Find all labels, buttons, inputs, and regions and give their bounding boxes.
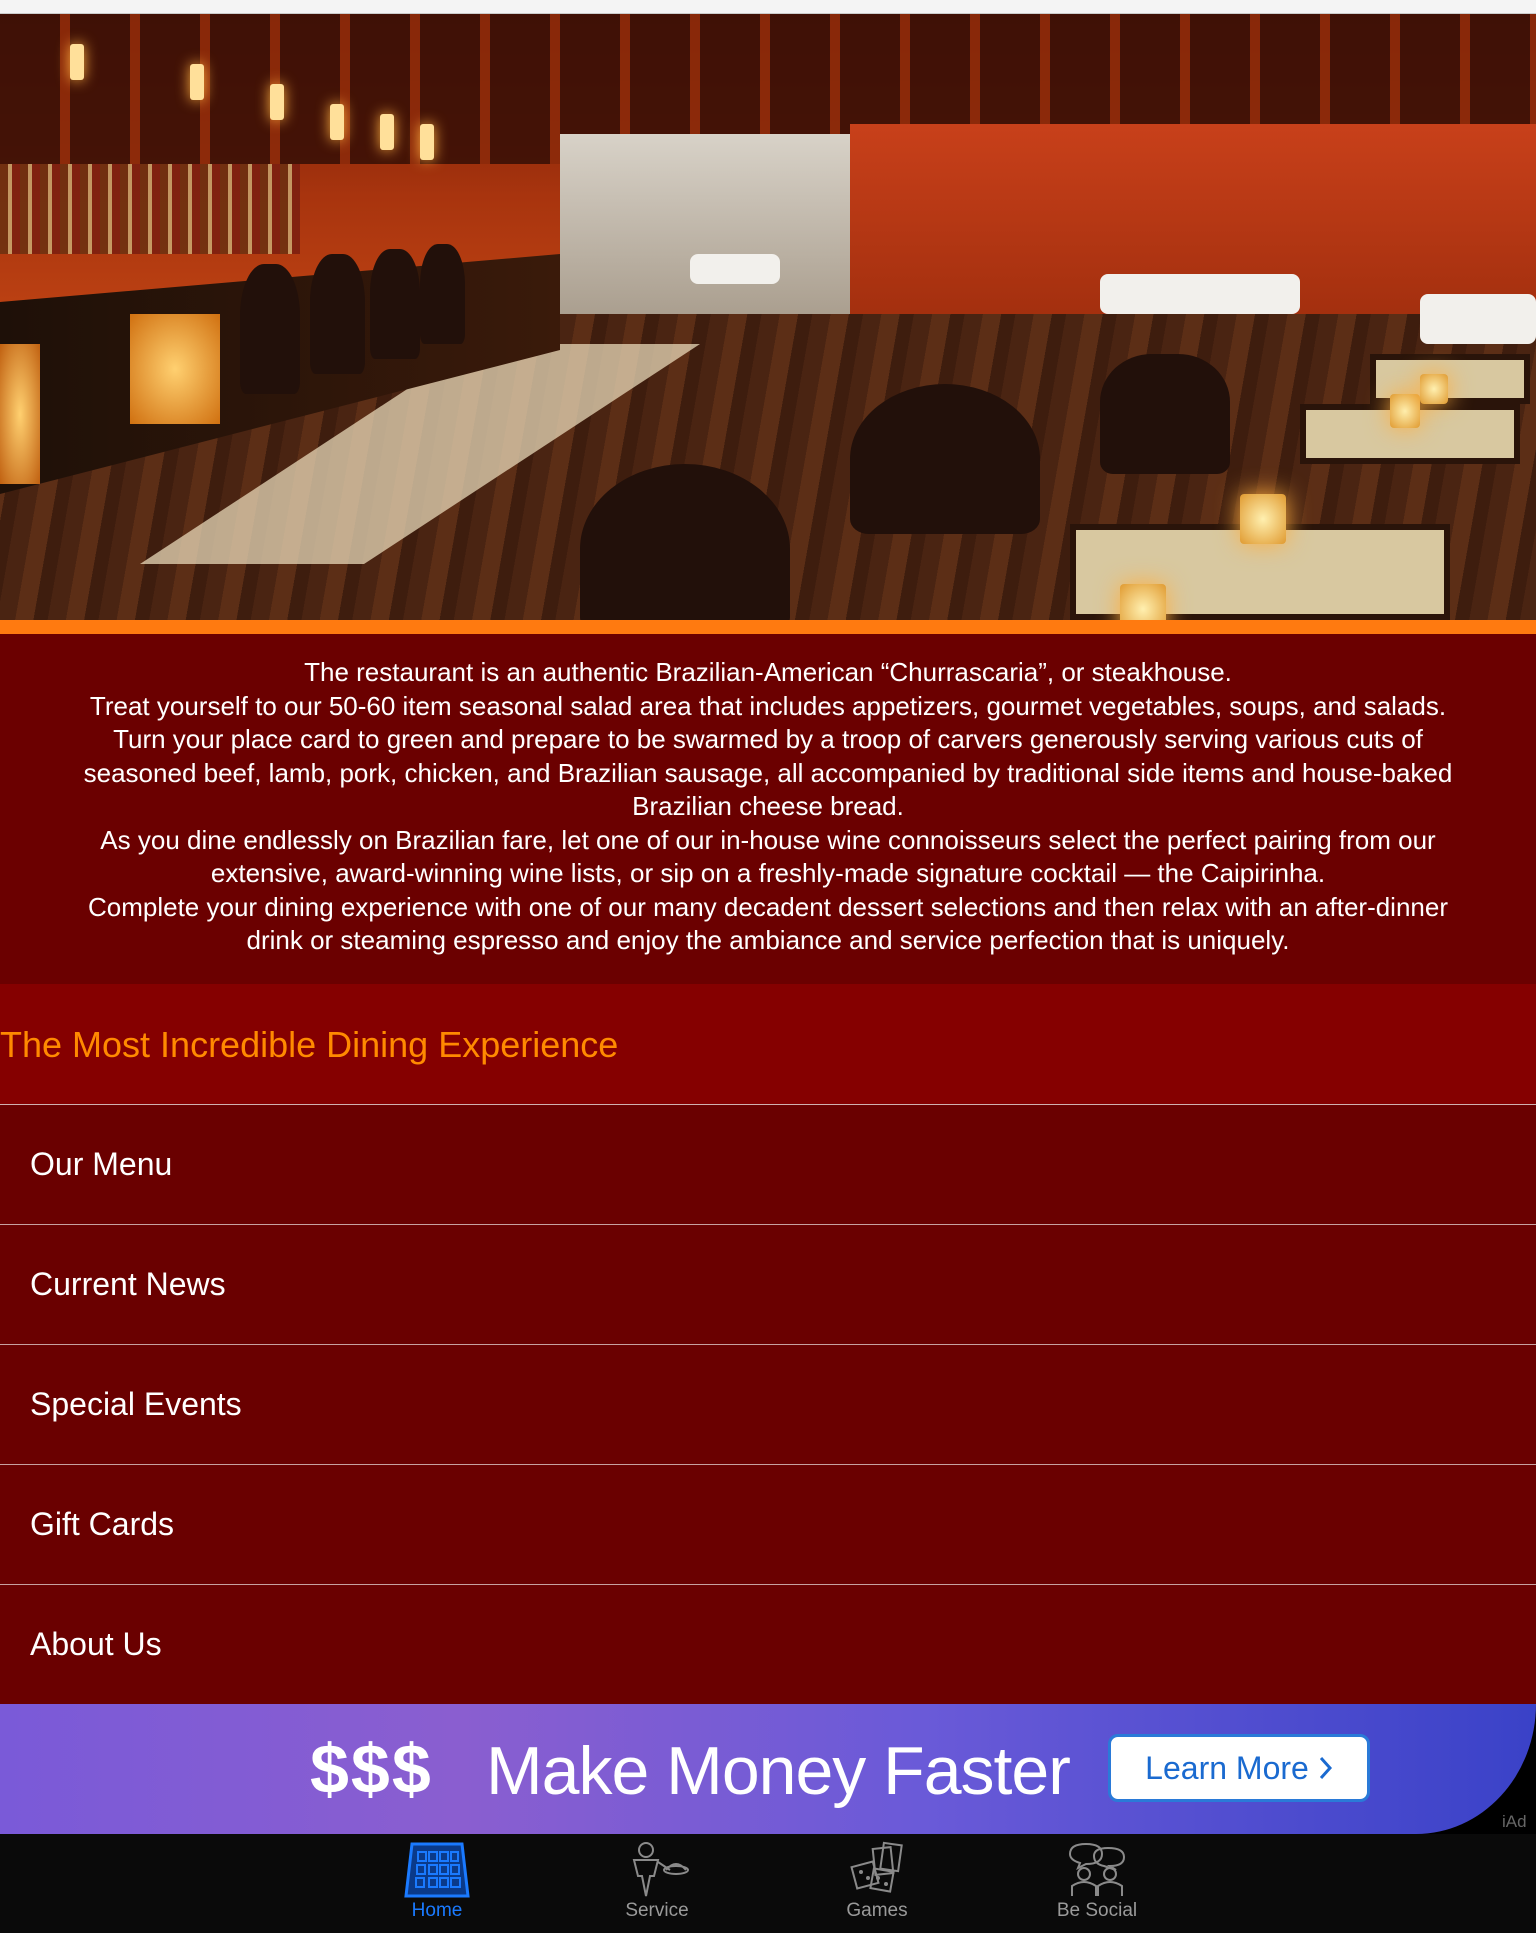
accent-divider bbox=[0, 620, 1536, 634]
menu-item-label: Gift Cards bbox=[30, 1506, 175, 1542]
menu-item-about-us[interactable]: About Us bbox=[0, 1584, 1536, 1704]
intro-line: Brazilian cheese bread. bbox=[632, 791, 904, 821]
menu-item-special-events[interactable]: Special Events bbox=[0, 1344, 1536, 1464]
tab-service[interactable]: Service bbox=[587, 1834, 727, 1933]
people-chat-icon bbox=[1068, 1842, 1126, 1896]
intro-line: seasoned beef, lamb, pork, chicken, and … bbox=[83, 757, 1453, 788]
tab-bar: Home Service Games Be Social bbox=[0, 1834, 1536, 1933]
tab-be-social[interactable]: Be Social bbox=[1027, 1834, 1167, 1933]
menu-item-label: Current News bbox=[30, 1266, 226, 1302]
restaurant-hero-image bbox=[0, 14, 1536, 620]
chevron-right-icon bbox=[1319, 1756, 1332, 1780]
iad-badge: iAd bbox=[1502, 1812, 1527, 1831]
learn-more-label: Learn More bbox=[1145, 1749, 1309, 1786]
tab-label: Home bbox=[411, 1900, 463, 1921]
tab-label: Be Social bbox=[1056, 1900, 1138, 1921]
waiter-icon bbox=[632, 1842, 689, 1897]
main-menu-list: Our Menu Current News Special Events Gif… bbox=[0, 1104, 1536, 1704]
menu-item-gift-cards[interactable]: Gift Cards bbox=[0, 1464, 1536, 1584]
intro-line: Turn your place card to green and prepar… bbox=[113, 724, 1423, 754]
intro-line: The restaurant is an authentic Brazilian… bbox=[304, 657, 1232, 687]
menu-item-label: Our Menu bbox=[30, 1146, 173, 1182]
intro-description: The restaurant is an authentic Brazilian… bbox=[0, 634, 1536, 984]
section-headline: The Most Incredible Dining Experience bbox=[0, 1024, 619, 1065]
home-building-icon bbox=[404, 1842, 470, 1898]
tab-label: Games bbox=[846, 1900, 908, 1921]
menu-item-our-menu[interactable]: Our Menu bbox=[0, 1104, 1536, 1224]
tab-games[interactable]: Games bbox=[807, 1834, 947, 1933]
top-strip bbox=[0, 0, 1536, 14]
menu-item-current-news[interactable]: Current News bbox=[0, 1224, 1536, 1344]
iad-banner[interactable]: $$$ Make Money Faster Learn More bbox=[0, 1704, 1536, 1834]
intro-line: Complete your dining experience with one… bbox=[87, 891, 1448, 922]
intro-line: extensive, award-winning wine lists, or … bbox=[210, 858, 1326, 888]
ad-dollars: $$$ bbox=[310, 1730, 433, 1808]
intro-line: As you dine endlessly on Brazilian fare,… bbox=[100, 824, 1436, 855]
menu-item-label: Special Events bbox=[30, 1386, 242, 1422]
learn-more-button[interactable]: Learn More bbox=[1108, 1734, 1370, 1802]
intro-line: Treat yourself to our 50-60 item seasona… bbox=[89, 690, 1447, 721]
tab-label: Service bbox=[625, 1900, 689, 1921]
ad-headline: Make Money Faster bbox=[486, 1733, 1071, 1809]
intro-line: drink or steaming espresso and enjoy the… bbox=[246, 925, 1290, 955]
menu-item-label: About Us bbox=[30, 1626, 162, 1662]
tab-home[interactable]: Home bbox=[367, 1834, 507, 1933]
dice-cards-icon bbox=[850, 1841, 903, 1893]
